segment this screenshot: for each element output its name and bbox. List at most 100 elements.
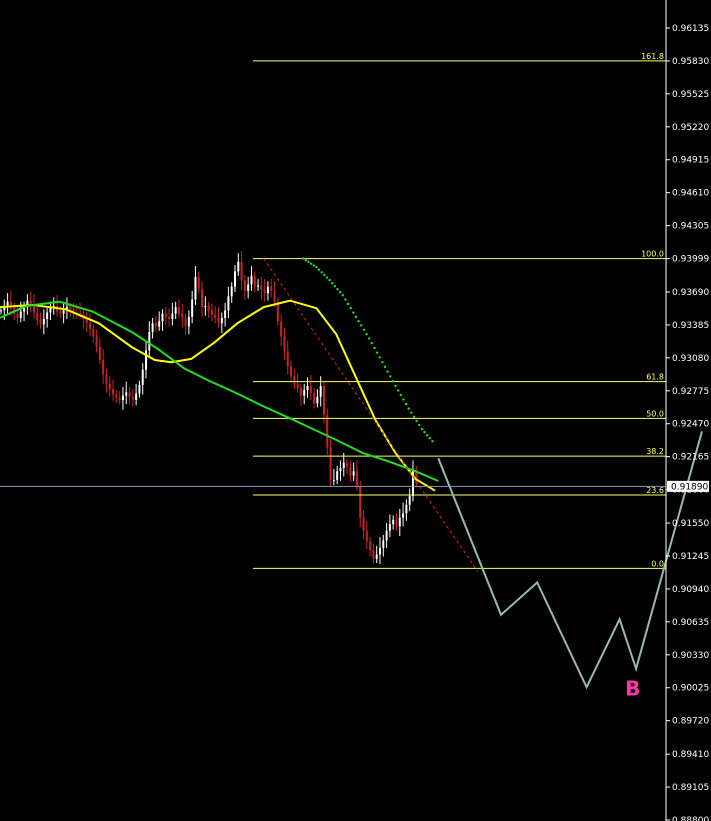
psar-dot [425,433,429,437]
y-tick-label: 0.90635 [672,618,709,628]
candle-body [0,310,2,312]
candle-body [290,366,293,377]
price-chart[interactable]: 161.8 100.0 61.8 50.0 38.2 23.6 0.0 0.96135 0.9… [0,0,711,821]
candle-body [326,415,329,448]
candle-body [39,320,42,325]
psar-dot [320,271,323,274]
candle-body [395,519,398,527]
psar-dot [412,415,416,419]
psar-dot [375,351,379,354]
fib-level-label: 61.8 [646,373,664,382]
psar-dot [381,360,384,364]
candle-body [181,313,184,318]
psar-dot [373,346,376,350]
psar-dot [333,284,337,288]
y-tick-label: 0.94305 [672,222,709,232]
psar-dot [317,268,321,271]
candle-body [69,307,72,310]
candle-body [243,280,246,291]
psar-dot [431,440,434,443]
candle-body [112,389,115,395]
candle-body [392,519,395,525]
candle-body [257,285,260,287]
psar-dot [386,370,389,373]
wave-label-b: B [625,676,640,700]
candle-body [280,321,283,337]
candle-body [154,323,157,327]
candle-body [405,504,408,514]
psar-dot [420,427,424,431]
candle-body [273,290,276,302]
candle-body [151,323,154,332]
psar-dot [302,257,305,260]
y-tick-label: 0.91550 [672,519,709,529]
candle-body [164,313,167,317]
y-tick-label: 0.93999 [672,255,709,265]
candle-body [247,284,250,291]
candle-body [313,393,316,404]
candle-body [85,318,88,324]
candle-body [266,286,269,294]
candle-body [36,312,39,321]
y-tick-label: 0.89720 [672,717,709,727]
candle-body [408,496,411,505]
candle-body [382,540,385,548]
candle-body [148,331,151,351]
candle-body [299,388,302,396]
candle-body [385,530,388,541]
psar-dot [418,423,421,427]
psar-dot [389,375,392,378]
candle-body [201,288,204,308]
candle-body [105,374,108,384]
candle-body [365,530,368,542]
psar-dot [367,337,371,340]
psar-dot [396,389,400,392]
candle-body [177,307,180,314]
candle-body [263,289,266,294]
y-tick-label: 0.92775 [672,387,709,397]
psar-dot [428,436,431,440]
psar-dot [404,402,408,406]
y-tick-label: 0.93080 [672,354,709,364]
candle-body [227,296,230,311]
candle-body [46,312,49,319]
candle-body [322,385,325,416]
chart-background [0,0,711,821]
candle-body [336,471,339,480]
psar-dot [370,341,373,345]
psar-dot [352,311,355,314]
candle-body [194,276,197,300]
psar-dot [410,411,413,414]
candle-body [92,328,95,337]
y-tick-label: 0.94915 [672,156,709,166]
candle-body [270,286,273,291]
psar-dot [315,265,318,269]
y-tick-label: 0.92470 [672,420,709,430]
candle-body [253,275,256,287]
candle-body [171,313,174,319]
candle-body [329,447,332,480]
candle-body [115,394,118,398]
psar-dot [338,291,342,294]
candle-body [210,310,213,315]
psar-dot [349,306,352,310]
candle-body [342,462,345,468]
candle-body [161,313,164,322]
candle-body [138,384,141,394]
candle-body [349,466,352,476]
y-tick-label: 0.95525 [672,90,709,100]
candle-body [375,554,378,559]
candle-body [135,393,138,400]
y-tick-label: 0.89105 [672,783,709,793]
candle-body [88,323,91,329]
fib-level-label: 38.2 [646,447,664,456]
candle-body [260,285,263,290]
candle-body [6,301,9,307]
psar-dot [360,324,363,327]
candle-body [283,336,286,352]
psar-dot [336,287,339,291]
psar-dot [312,264,315,267]
candle-body [59,311,62,314]
y-tick-label: 0.95220 [672,123,709,133]
candle-body [332,479,335,481]
